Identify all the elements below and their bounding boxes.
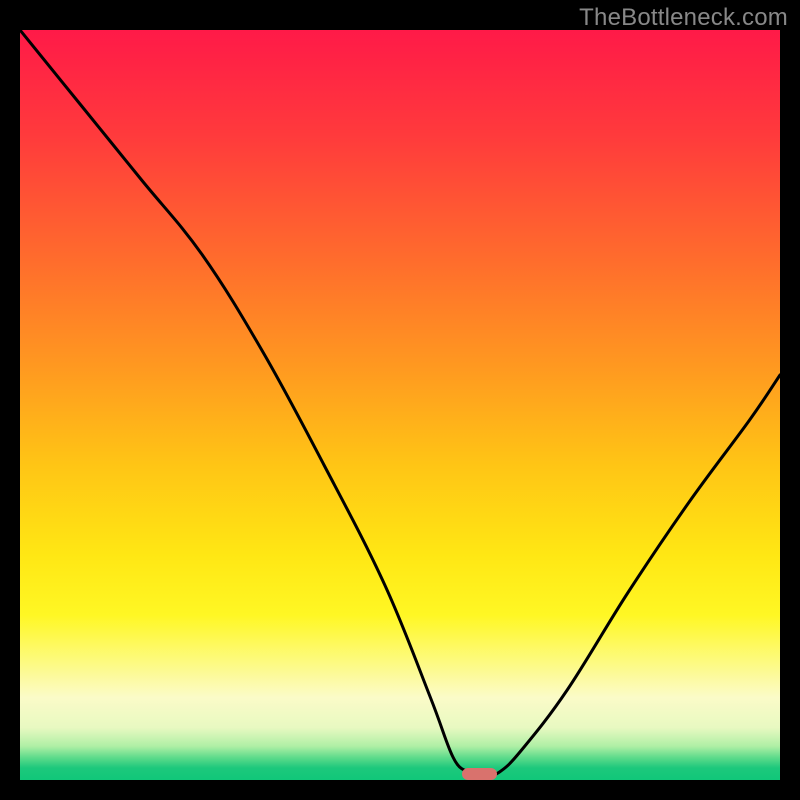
plot-area — [20, 30, 780, 780]
chart-container: TheBottleneck.com — [0, 0, 800, 800]
optimal-marker — [462, 768, 497, 780]
watermark-text: TheBottleneck.com — [579, 4, 788, 32]
